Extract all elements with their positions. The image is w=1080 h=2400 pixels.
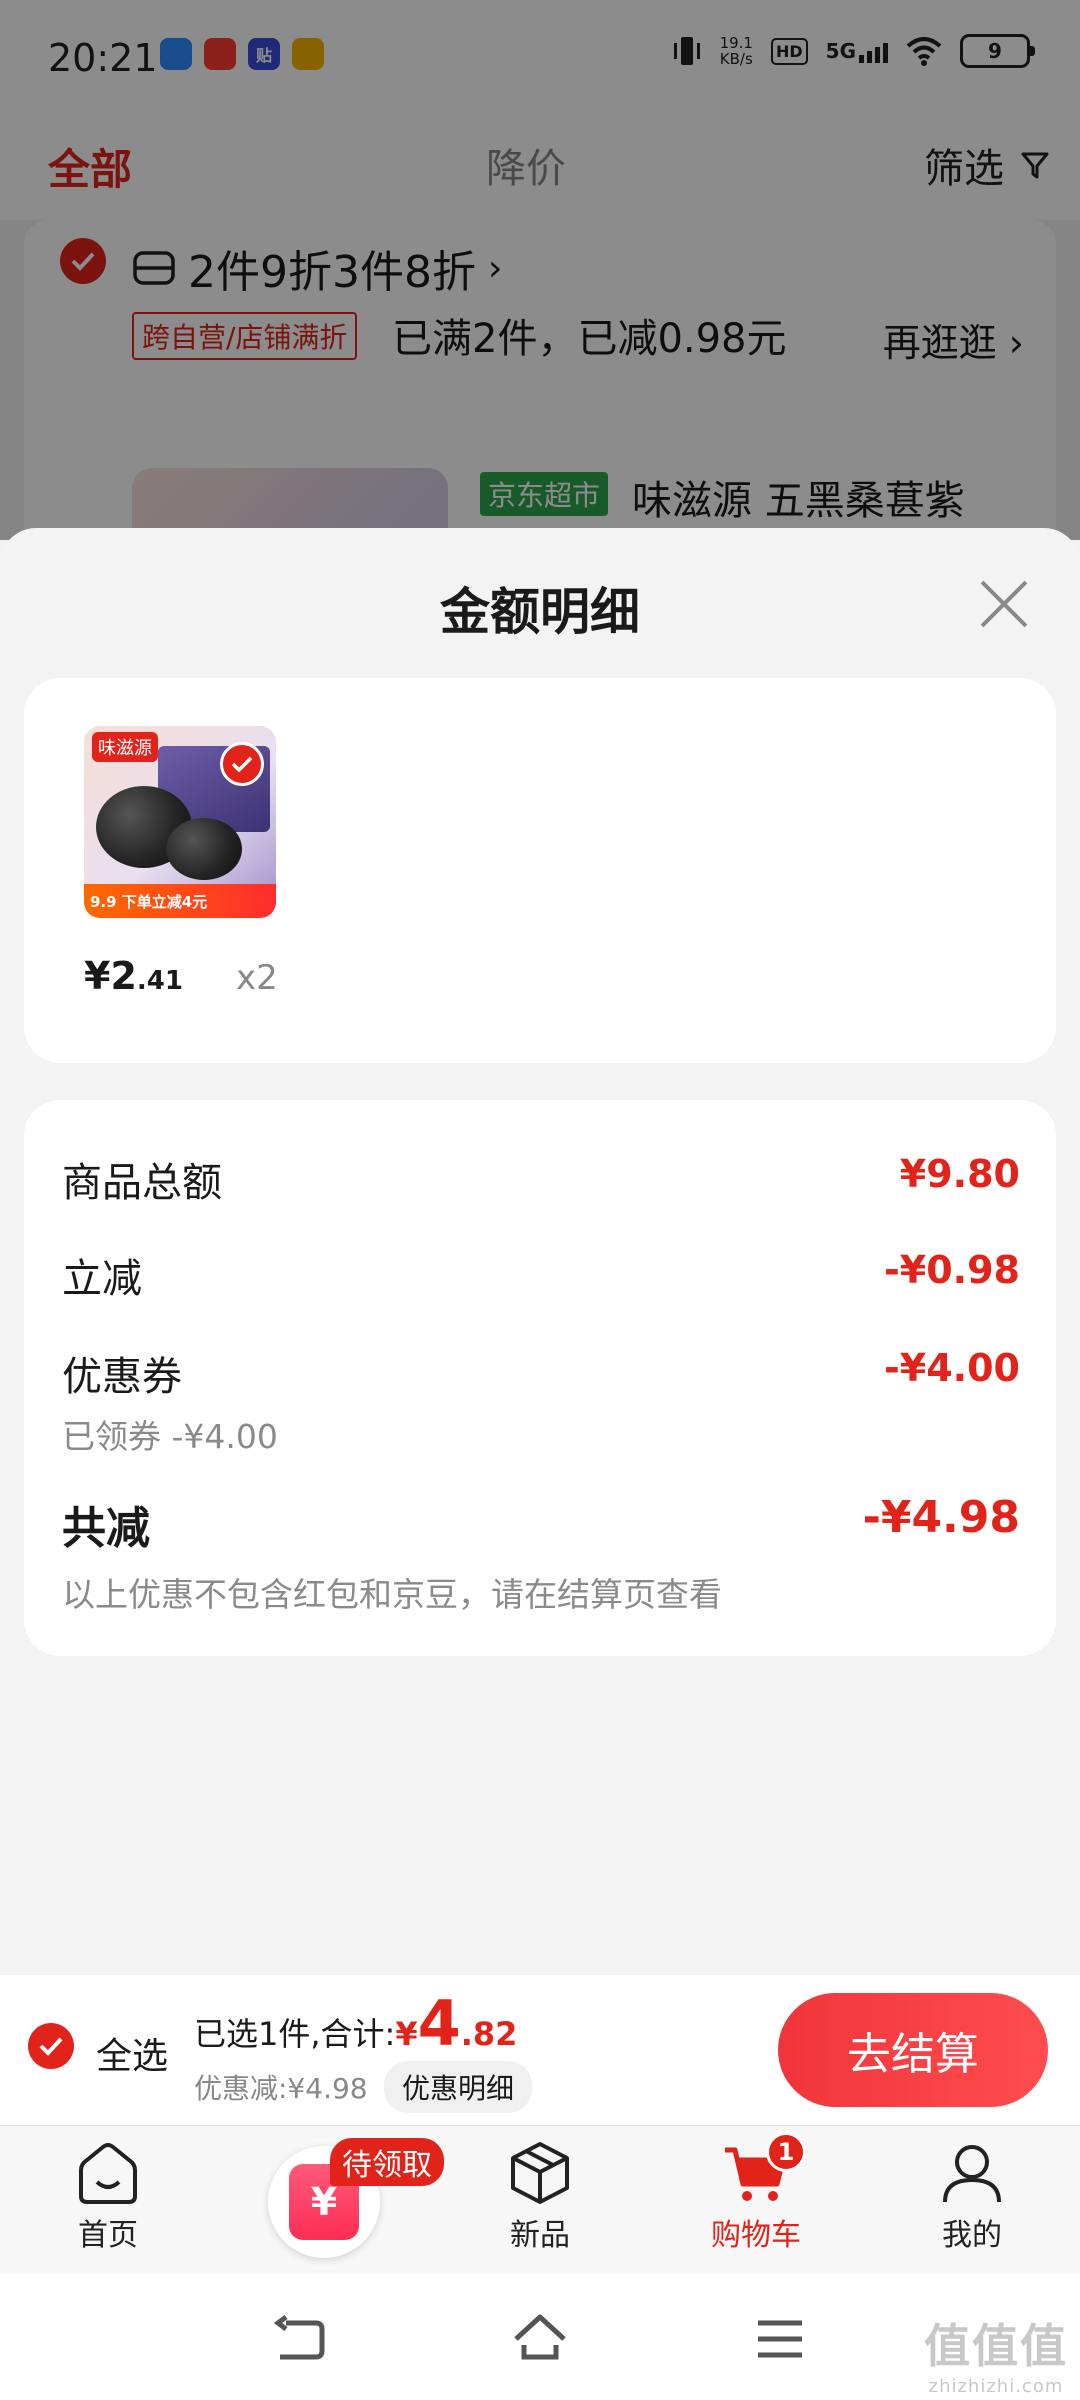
bottom-tab-bar: 首页 ¥ 待领取 新品 购物车 1 我的 [0, 2125, 1080, 2273]
tab-mine[interactable]: 我的 [902, 2140, 1042, 2254]
amount-detail-sheet: 金额明细 味滋源 9.9 下单立减4元 ¥2.41 x2 商品总额 ¥9.80 … [0, 528, 1080, 1975]
amount-summary-card: 商品总额 ¥9.80 立减 -¥0.98 优惠券 -¥4.00 已领券 -¥4.… [24, 1100, 1056, 1656]
coupon-value: -¥4.00 [884, 1346, 1020, 1390]
product-image[interactable]: 味滋源 9.9 下单立减4元 [84, 726, 276, 918]
checkout-button[interactable]: 去结算 [778, 1993, 1048, 2107]
cube-icon [511, 2142, 569, 2204]
menu-icon[interactable] [750, 2309, 810, 2369]
home-icon [79, 2143, 137, 2204]
discount-detail-button[interactable]: 优惠明细 [384, 2061, 533, 2113]
select-all-label[interactable]: 全选 [96, 2027, 168, 2079]
discount-amount: 优惠减:¥4.98 [194, 2072, 368, 2105]
selected-check-icon [220, 742, 264, 786]
instant-off-value: -¥0.98 [884, 1248, 1020, 1292]
item-price: ¥2.41 [84, 954, 183, 998]
home-nav-icon[interactable] [510, 2309, 570, 2369]
modal-overlay[interactable] [0, 0, 1080, 540]
tab-new[interactable]: 新品 [470, 2140, 610, 2254]
instant-off-label: 立减 [62, 1256, 142, 1302]
system-nav-bar [0, 2273, 1080, 2400]
item-quantity: x2 [236, 958, 278, 998]
selected-total: 已选1件,合计: ¥ 4 .82 [194, 1987, 518, 2060]
tab-home[interactable]: 首页 [38, 2140, 178, 2254]
discount-note: 以上优惠不包含红包和京豆，请在结算页查看 [62, 1575, 722, 1614]
selected-items-card: 味滋源 9.9 下单立减4元 ¥2.41 x2 [24, 678, 1056, 1063]
back-icon[interactable] [270, 2309, 330, 2369]
select-all-checkbox[interactable] [28, 2023, 74, 2069]
watermark: 值值值 zhizhizhi.com [924, 2319, 1068, 2397]
total-off-value: -¥4.98 [862, 1492, 1020, 1543]
goods-total-label: 商品总额 [62, 1160, 222, 1206]
cake-shape [166, 818, 242, 880]
close-icon[interactable] [976, 576, 1032, 632]
cart-count-badge: 1 [766, 2132, 806, 2172]
user-icon [943, 2145, 1001, 2203]
check-icon [39, 2037, 63, 2056]
brand-logo: 味滋源 [92, 732, 158, 762]
coupon-claimed: 已领券 -¥4.00 [62, 1417, 278, 1456]
goods-total-value: ¥9.80 [899, 1152, 1020, 1196]
checkout-bar: 全选 已选1件,合计: ¥ 4 .82 优惠减:¥4.98 优惠明细 去结算 [0, 1975, 1080, 2125]
product-banner: 9.9 下单立减4元 [84, 884, 276, 918]
rewards-badge: 待领取 [330, 2138, 444, 2186]
total-off-label: 共减 [62, 1503, 150, 1554]
coupon-label: 优惠券 [62, 1354, 182, 1400]
sheet-title: 金额明细 [440, 583, 640, 641]
